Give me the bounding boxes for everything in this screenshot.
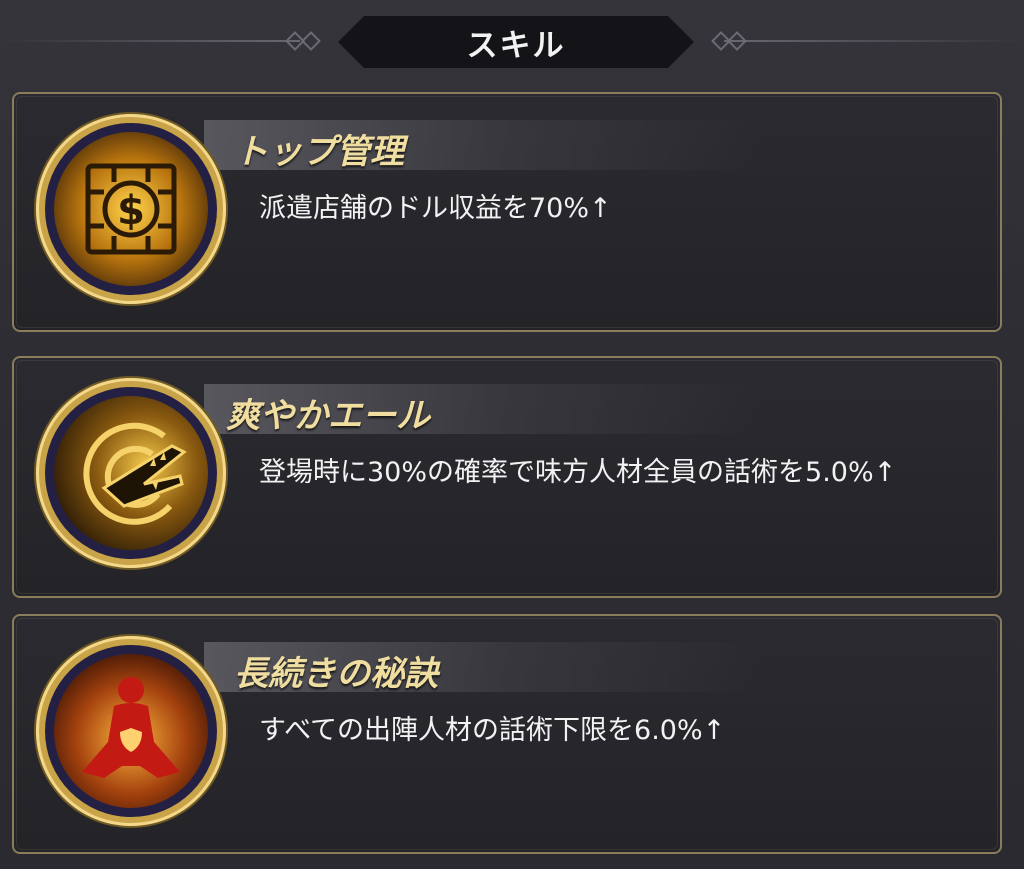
skill-screen: スキル トップ管理 派遣店舗のドル収益を70%↑ $ 爽やかエール 登場時に30… <box>0 0 1024 869</box>
skill-icon-frame <box>36 378 226 568</box>
skill-name: トップ管理 <box>234 132 404 172</box>
dollar-vault-icon: $ <box>54 132 208 286</box>
skill-header: スキル <box>0 0 1024 90</box>
skill-description: 登場時に30%の確率で味方人材全員の話術を5.0%↑ <box>259 457 897 488</box>
diamond-ornament-icon <box>301 31 321 51</box>
page-title: スキル <box>466 27 566 64</box>
skill-name: 爽やかエール <box>226 396 430 436</box>
skill-card[interactable]: 長続きの秘訣 すべての出陣人材の話術下限を6.0%↑ <box>12 614 1002 854</box>
meditating-figure-shield-icon <box>54 654 208 808</box>
skill-description: すべての出陣人材の話術下限を6.0%↑ <box>259 715 726 746</box>
skill-icon-frame: $ <box>36 114 226 304</box>
diamond-ornament-icon <box>727 31 747 51</box>
title-plate: スキル <box>338 16 694 68</box>
skill-card[interactable]: 爽やかエール 登場時に30%の確率で味方人材全員の話術を5.0%↑ <box>12 356 1002 598</box>
skill-name: 長続きの秘訣 <box>234 654 438 694</box>
skill-description: 派遣店舗のドル収益を70%↑ <box>259 193 612 224</box>
header-divider-left <box>0 40 300 42</box>
crocodile-icon <box>54 396 208 550</box>
skill-icon-frame <box>36 636 226 826</box>
skill-card[interactable]: トップ管理 派遣店舗のドル収益を70%↑ $ <box>12 92 1002 332</box>
header-divider-right <box>724 40 1024 42</box>
svg-text:$: $ <box>117 188 145 234</box>
